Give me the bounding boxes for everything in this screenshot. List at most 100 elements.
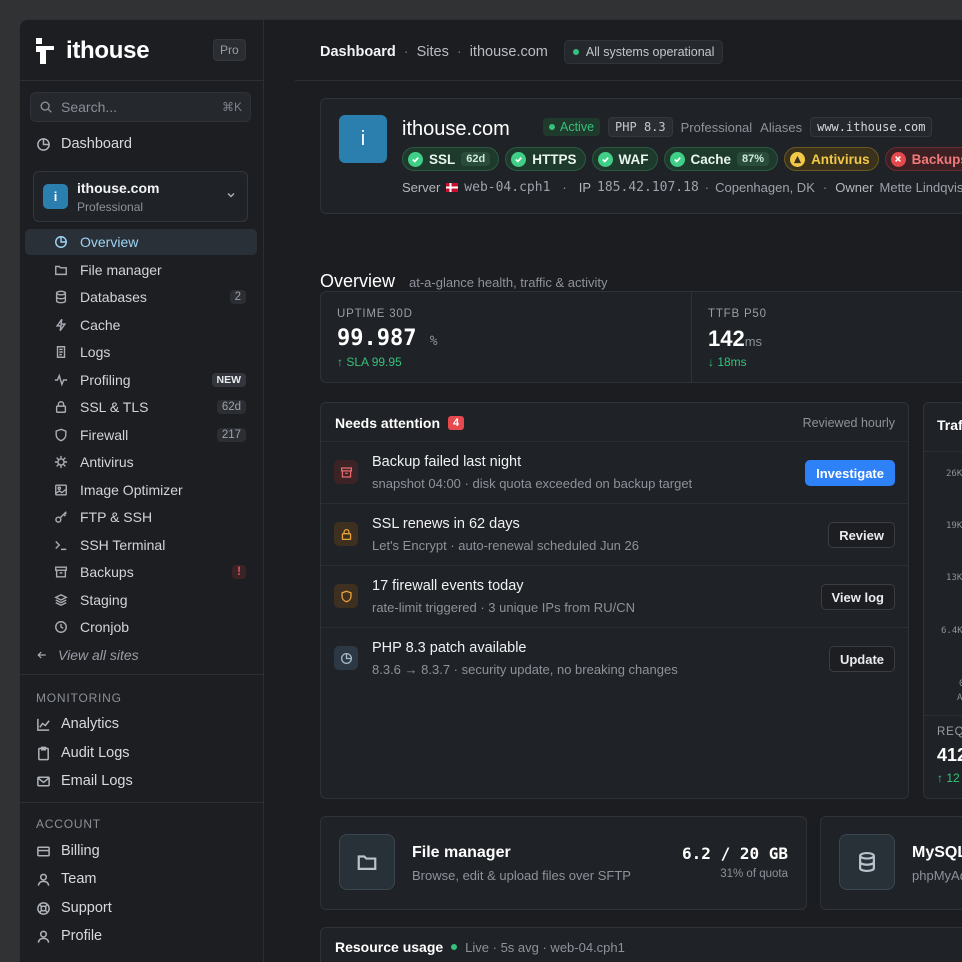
sidebar-item-cronjob[interactable]: Cronjob	[25, 614, 257, 640]
sidebar-item-staging[interactable]: Staging	[25, 587, 257, 613]
sidebar-item-label: Backups	[80, 564, 134, 580]
sidebar: ithouse Pro Search... ⌘K Dashboard i ith…	[20, 20, 264, 962]
kpi-ttfb-unit: ms	[744, 334, 763, 349]
pulse-icon	[54, 373, 68, 387]
user-icon	[37, 930, 50, 943]
divider	[295, 80, 962, 81]
chip-label: Backups	[911, 151, 962, 167]
mysql-subtitle: phpMyAdmin	[912, 868, 962, 883]
alias-badge[interactable]: www.ithouse.com	[810, 117, 933, 137]
view-all-sites-label: View all sites	[58, 647, 139, 663]
breadcrumb-dashboard[interactable]: Dashboard	[320, 44, 396, 60]
sidebar-item-image-optimizer[interactable]: Image Optimizer	[25, 477, 257, 503]
cache-chip[interactable]: Cache 87%	[663, 147, 779, 171]
site-switcher[interactable]: i ithouse.com Professional	[33, 171, 248, 222]
sidebar-item-audit-logs[interactable]: Audit Logs	[36, 745, 130, 761]
nav-dashboard[interactable]: Dashboard	[36, 136, 132, 152]
divider	[924, 715, 962, 716]
brand[interactable]: ithouse	[36, 37, 150, 65]
y-tick: 26K	[946, 469, 962, 479]
sidebar-item-profile[interactable]: Profile	[36, 928, 102, 944]
check-icon	[408, 151, 423, 167]
system-status-badge[interactable]: All systems operational	[563, 40, 724, 64]
attention-item-title: PHP 8.3 patch available	[372, 640, 527, 656]
sidebar-item-ftp-ssh[interactable]: FTP & SSH	[25, 504, 257, 530]
review-button[interactable]: Review	[828, 522, 895, 548]
sidebar-item-label: SSL & TLS	[80, 399, 149, 415]
sidebar-item-antivirus[interactable]: Antivirus	[25, 449, 257, 475]
sidebar-item-support[interactable]: Support	[36, 900, 112, 916]
status-dot	[549, 124, 555, 130]
y-tick: 6.4K	[941, 626, 962, 636]
file-manager-card[interactable]: File manager Browse, edit & upload files…	[320, 816, 807, 910]
ip-value: 185.42.107.18	[597, 180, 699, 195]
check-icon	[597, 151, 613, 167]
chip-label: Cache	[690, 151, 732, 167]
alert-badge: !	[232, 565, 246, 579]
kpi-ttfb-value: 142ms	[708, 326, 762, 352]
sidebar-item-logs[interactable]: Logs	[25, 339, 257, 365]
php-version-badge: PHP 8.3	[608, 117, 673, 137]
chip-label: HTTPS	[532, 151, 577, 167]
attention-item-sub: Let's Encrypt · auto-renewal scheduled J…	[372, 538, 639, 553]
breadcrumb-separator: ·	[456, 44, 462, 60]
ssl-chip[interactable]: SSL 62d	[402, 147, 500, 171]
attention-item: Backup failed last night snapshot 04:00 …	[321, 441, 908, 503]
view-all-sites-link[interactable]: View all sites	[25, 642, 257, 668]
count-badge: 62d	[216, 400, 246, 414]
new-badge: NEW	[211, 373, 246, 387]
database-icon	[55, 290, 67, 304]
sidebar-item-ssh-terminal[interactable]: SSH Terminal	[25, 532, 257, 558]
count-badge: 2	[229, 290, 246, 304]
card-icon	[37, 846, 50, 856]
breadcrumb-site[interactable]: ithouse.com	[470, 44, 548, 60]
attention-item: SSL renews in 62 days Let's Encrypt · au…	[321, 503, 908, 565]
sidebar-item-cache[interactable]: Cache	[25, 312, 257, 338]
owner-label: Owner	[835, 180, 874, 195]
sidebar-item-label: Team	[61, 871, 97, 887]
sidebar-item-databases[interactable]: Databases 2	[25, 284, 257, 310]
antivirus-chip[interactable]: Antivirus	[784, 147, 879, 171]
x-tick: A	[957, 693, 962, 703]
sidebar-item-team[interactable]: Team	[36, 871, 96, 887]
kpi-ttfb-number: 142	[708, 326, 745, 351]
update-button[interactable]: Update	[828, 646, 895, 672]
overview-title: Overview	[320, 271, 396, 291]
sidebar-item-label: Cache	[80, 317, 121, 333]
terminal-icon	[55, 541, 67, 551]
sidebar-item-backups[interactable]: Backups !	[25, 559, 257, 585]
status-badge: Active	[543, 118, 601, 136]
sidebar-item-label: Email Logs	[61, 773, 133, 789]
storage-usage: 6.2 / 20 GB	[682, 844, 788, 863]
sidebar-item-file-manager[interactable]: File manager	[25, 257, 257, 283]
sidebar-item-analytics[interactable]: Analytics	[36, 716, 119, 732]
waf-chip[interactable]: WAF	[591, 147, 658, 171]
investigate-button[interactable]: Investigate	[805, 460, 895, 486]
view-log-button[interactable]: View log	[820, 584, 895, 610]
sidebar-item-overview[interactable]: Overview	[25, 229, 257, 255]
search-input[interactable]: Search... ⌘K	[30, 92, 251, 122]
sidebar-item-billing[interactable]: Billing	[36, 843, 100, 859]
mysql-card[interactable]: MySQL phpMyAdmin	[820, 816, 962, 910]
sidebar-item-label: Databases	[80, 289, 147, 305]
lock-icon	[55, 401, 67, 413]
site-tags: Active PHP 8.3 Professional Aliases www.…	[543, 117, 933, 137]
https-chip[interactable]: HTTPS	[505, 147, 586, 171]
sidebar-item-label: Profiling	[80, 372, 131, 388]
sidebar-item-email-logs[interactable]: Email Logs	[36, 773, 133, 789]
sidebar-item-profiling[interactable]: Profiling NEW	[25, 367, 257, 393]
backups-chip[interactable]: Backups	[884, 147, 962, 171]
sidebar-item-firewall[interactable]: Firewall 217	[25, 422, 257, 448]
breadcrumb-sites[interactable]: Sites	[417, 44, 449, 60]
health-chips: SSL 62d HTTPS WAF Cache 87% Antivirus Ba…	[402, 147, 962, 171]
shield-icon	[55, 428, 67, 442]
logs-icon	[56, 346, 66, 358]
chip-label: SSL	[429, 151, 456, 167]
kpi-uptime-label: UPTIME 30D	[337, 308, 413, 320]
attention-item: PHP 8.3 patch available 8.3.6 → 8.3.7 · …	[321, 627, 908, 689]
divider	[20, 674, 263, 675]
ithouse-logo-icon	[36, 38, 54, 64]
main-content: Dashboard · Sites · ithouse.com All syst…	[265, 20, 962, 962]
sidebar-item-ssl-tls[interactable]: SSL & TLS 62d	[25, 394, 257, 420]
kpi-ttfb-delta: ↓ 18ms	[708, 355, 747, 369]
